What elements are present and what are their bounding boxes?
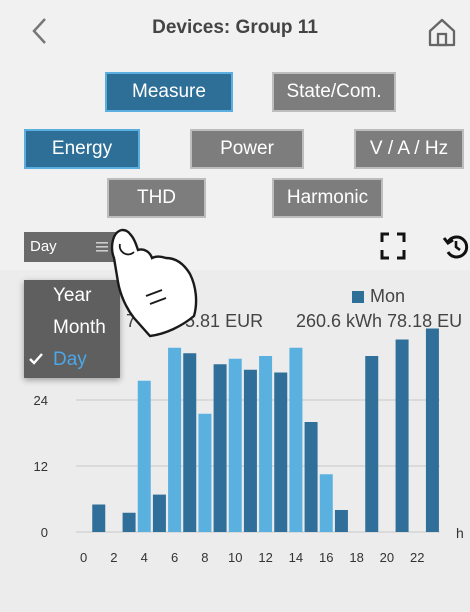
bar-1 xyxy=(137,380,151,532)
tab-harmonic[interactable]: Harmonic xyxy=(272,178,383,218)
bar-1 xyxy=(198,413,212,532)
fullscreen-icon xyxy=(380,232,406,260)
fullscreen-button[interactable] xyxy=(378,228,408,264)
bar-2 xyxy=(274,372,288,532)
period-selected: Day xyxy=(30,238,57,255)
bar-2 xyxy=(304,422,318,532)
tab-measure[interactable]: Measure xyxy=(105,72,233,112)
bar-2 xyxy=(395,339,409,532)
tab-thd[interactable]: THD xyxy=(107,178,206,218)
legend-series-2-name: Mon xyxy=(370,286,406,306)
bar-1 xyxy=(289,347,303,532)
period-option-label: Year xyxy=(53,285,92,306)
home-button[interactable] xyxy=(424,14,460,50)
bar-2 xyxy=(243,369,257,532)
tab-v-a-hz[interactable]: V / A / Hz xyxy=(354,129,464,169)
legend-swatch xyxy=(352,291,364,304)
x-tick-label: 4 xyxy=(141,550,148,565)
x-tick-label: 18 xyxy=(349,550,363,565)
x-tick-label: 2 xyxy=(110,550,117,565)
bar-2 xyxy=(183,353,197,532)
x-tick-label: 6 xyxy=(171,550,178,565)
tab-power[interactable]: Power xyxy=(190,129,304,169)
bar-2 xyxy=(425,328,439,532)
tab-energy[interactable]: Energy xyxy=(24,129,140,169)
history-button[interactable] xyxy=(440,228,470,264)
period-option-label: Month xyxy=(53,317,106,338)
header-bar: Devices: Group 11 xyxy=(0,0,470,62)
period-option-day[interactable]: Day xyxy=(24,344,120,374)
bar-1 xyxy=(259,356,273,532)
history-icon xyxy=(442,235,469,259)
bar-1 xyxy=(319,474,333,532)
bar-2 xyxy=(152,494,166,532)
app-screen: Devices: Group 11 Measure State/Com. Ene… xyxy=(0,0,470,612)
bar-2 xyxy=(334,510,348,532)
home-icon xyxy=(428,18,456,47)
bar-1 xyxy=(228,358,242,532)
y-tick-label: 24 xyxy=(34,393,48,408)
x-axis-label: h xyxy=(456,525,464,541)
page-title: Devices: Group 11 xyxy=(152,17,318,38)
bar-2 xyxy=(92,504,106,532)
check-icon xyxy=(29,353,43,365)
x-tick-label: 16 xyxy=(319,550,333,565)
x-tick-label: 0 xyxy=(80,550,87,565)
legend-series-2-value: 260.6 kWh 78.18 EU xyxy=(296,311,463,331)
tab-state-com[interactable]: State/Com. xyxy=(272,72,396,112)
legend-series-2: Mon xyxy=(352,286,405,307)
bar-2 xyxy=(365,356,379,532)
y-tick-label: 12 xyxy=(34,459,48,474)
bar-2 xyxy=(213,364,227,532)
x-tick-label: 22 xyxy=(410,550,424,565)
bar-2 xyxy=(122,512,136,532)
x-tick-label: 10 xyxy=(228,550,242,565)
period-option-label: Day xyxy=(53,349,87,370)
x-tick-label: 14 xyxy=(289,550,303,565)
tap-hand-icon xyxy=(110,228,198,338)
bar-1 xyxy=(168,347,182,532)
y-tick-label: 0 xyxy=(41,525,48,540)
x-tick-label: 8 xyxy=(201,550,208,565)
x-tick-label: 12 xyxy=(258,550,272,565)
x-tick-label: 20 xyxy=(380,550,394,565)
